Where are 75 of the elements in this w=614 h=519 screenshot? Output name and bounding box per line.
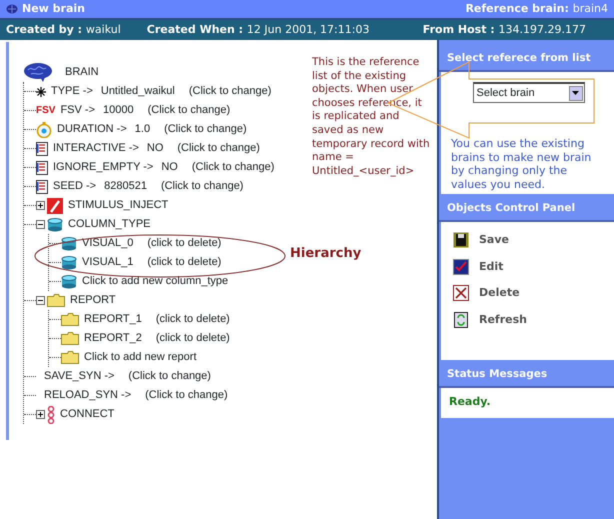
dropdown-arrow-icon bbox=[572, 91, 579, 95]
asterisk-icon bbox=[36, 86, 46, 96]
tree-node-label[interactable]: REPORT bbox=[70, 292, 116, 309]
tree-node-label[interactable]: STIMULUS_INJECT bbox=[68, 197, 168, 214]
tree-node-label[interactable]: IGNORE_EMPTY -> bbox=[53, 159, 154, 176]
hint-text: You can use the existing brains to make new brain by changing only the values you need. bbox=[451, 137, 592, 191]
expander-toggle[interactable] bbox=[36, 410, 45, 419]
change-link[interactable]: (Click to change) bbox=[160, 178, 244, 195]
folder-icon bbox=[61, 313, 79, 326]
change-link[interactable]: (Click to change) bbox=[188, 83, 272, 100]
edit-button[interactable]: Edit bbox=[453, 258, 602, 275]
change-link[interactable]: (Click to change) bbox=[177, 140, 260, 157]
delete-icon bbox=[453, 285, 469, 302]
folder-icon bbox=[61, 332, 79, 345]
change-link[interactable]: (click to delete) bbox=[156, 311, 230, 328]
tree-node-label[interactable]: BRAIN bbox=[65, 64, 99, 80]
status-message: Ready. bbox=[449, 395, 491, 408]
folder-icon bbox=[47, 294, 65, 307]
node-value: 8280521 bbox=[104, 179, 147, 194]
refresh-icon bbox=[453, 312, 469, 328]
folder-icon bbox=[61, 351, 79, 364]
tree-node-label[interactable]: SEED -> bbox=[53, 178, 96, 195]
change-link[interactable]: (Click to change) bbox=[164, 121, 247, 138]
node-value: 10000 bbox=[103, 103, 134, 118]
tree-node-label[interactable]: CONNECT bbox=[60, 406, 114, 423]
tree-node-label[interactable]: COLUMN_TYPE bbox=[68, 216, 151, 233]
document-icon bbox=[36, 180, 48, 194]
tree-node-label[interactable]: Click to add new report bbox=[84, 349, 196, 366]
tree-node-label[interactable]: FSV -> bbox=[60, 102, 95, 119]
tree-node-label[interactable]: TYPE -> bbox=[51, 83, 93, 100]
cylinder-icon bbox=[47, 218, 63, 232]
refresh-button[interactable]: Refresh bbox=[453, 312, 602, 328]
expander-toggle[interactable] bbox=[36, 220, 45, 229]
change-link[interactable]: (Click to change) bbox=[148, 102, 230, 119]
tree-node-label[interactable]: DURATION -> bbox=[57, 121, 127, 138]
info-field: From Host : 134.197.29.177 bbox=[422, 22, 586, 38]
hierarchy-label: Hierarchy bbox=[290, 245, 362, 263]
window-title: New brain bbox=[22, 0, 85, 17]
reference-brain-label: Reference brain: brain4 bbox=[465, 0, 608, 17]
fsv-icon: FSV bbox=[36, 103, 56, 118]
brain-select[interactable]: Select brain bbox=[472, 82, 584, 103]
tree-node-label[interactable]: INTERACTIVE -> bbox=[53, 140, 139, 157]
node-value: 1.0 bbox=[134, 122, 150, 138]
cylinder-icon bbox=[61, 256, 77, 270]
tree-node-label[interactable]: VISUAL_0 bbox=[82, 235, 134, 252]
expander-toggle[interactable] bbox=[36, 296, 45, 305]
expander-toggle[interactable] bbox=[36, 201, 45, 210]
cylinder-icon bbox=[61, 236, 77, 250]
change-link[interactable]: (Click to change) bbox=[145, 387, 228, 404]
change-link[interactable]: (click to delete) bbox=[147, 235, 222, 252]
change-link[interactable]: (Click to change) bbox=[128, 368, 211, 385]
tree-node-label[interactable]: Click to add new column_type bbox=[82, 273, 228, 290]
checkmark-icon bbox=[453, 258, 469, 275]
tree-node-label[interactable]: REPORT_2 bbox=[84, 330, 142, 347]
tree-node-label[interactable]: VISUAL_1 bbox=[82, 254, 134, 271]
flag-icon bbox=[47, 198, 63, 214]
node-value: Untitled_waikul bbox=[100, 84, 175, 100]
node-value: NO bbox=[146, 141, 164, 156]
info-field: Created When : 12 Jun 2001, 17:11:03 bbox=[146, 22, 370, 38]
document-icon bbox=[36, 160, 48, 174]
change-link[interactable]: (click to delete) bbox=[147, 254, 222, 271]
node-value: NO bbox=[161, 160, 178, 176]
floppy-disk-icon bbox=[453, 232, 469, 248]
tree-node-label[interactable]: SAVE_SYN -> bbox=[44, 368, 114, 385]
stopwatch-icon bbox=[36, 122, 52, 138]
chain-icon bbox=[47, 406, 55, 424]
document-icon bbox=[36, 142, 48, 156]
cylinder-icon bbox=[61, 274, 77, 288]
delete-button[interactable]: Delete bbox=[453, 285, 602, 302]
info-field: Created by : waikul bbox=[6, 22, 121, 38]
change-link[interactable]: (click to delete) bbox=[156, 330, 230, 347]
tree-node-label[interactable]: RELOAD_SYN -> bbox=[44, 387, 132, 404]
change-link[interactable]: (Click to change) bbox=[192, 159, 274, 176]
tree-node-label[interactable]: REPORT_1 bbox=[84, 311, 142, 328]
save-button[interactable]: Save bbox=[453, 232, 602, 248]
